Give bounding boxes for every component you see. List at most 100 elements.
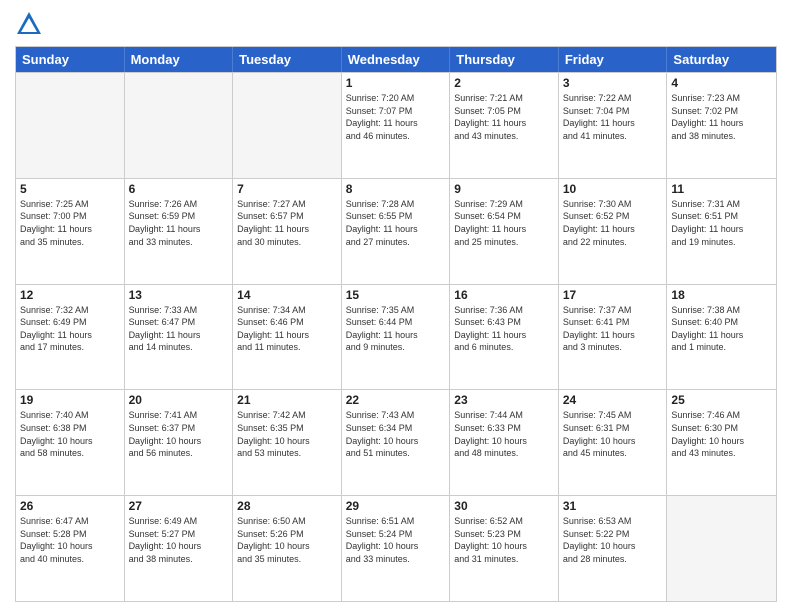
calendar-cell	[125, 73, 234, 178]
calendar-cell: 16 Sunrise: 7:36 AM Sunset: 6:43 PM Dayli…	[450, 285, 559, 390]
day-number: 10	[563, 182, 663, 196]
calendar-cell: 2 Sunrise: 7:21 AM Sunset: 7:05 PM Daylig…	[450, 73, 559, 178]
day-number: 4	[671, 76, 772, 90]
calendar-cell: 25Sunrise: 7:46 AM Sunset: 6:30 PM Dayli…	[667, 390, 776, 495]
day-number: 23	[454, 393, 554, 407]
calendar-row-2: 5Sunrise: 7:25 AM Sunset: 7:00 PM Daylig…	[16, 178, 776, 284]
day-info: Sunrise: 7:20 AM Sunset: 7:07 PM Dayligh…	[346, 92, 446, 142]
calendar-row-4: 19 Sunrise: 7:40 AM Sunset: 6:38 PM Dayli…	[16, 389, 776, 495]
calendar-cell: 1Sunrise: 7:20 AM Sunset: 7:07 PM Daylig…	[342, 73, 451, 178]
calendar: SundayMondayTuesdayWednesdayThursdayFrid…	[15, 46, 777, 602]
day-info: Sunrise: 7:43 AM Sunset: 6:34 PM Dayligh…	[346, 409, 446, 459]
day-number: 21	[237, 393, 337, 407]
calendar-cell: 9 Sunrise: 7:29 AM Sunset: 6:54 PM Daylig…	[450, 179, 559, 284]
calendar-cell: 24 Sunrise: 7:45 AM Sunset: 6:31 PM Dayli…	[559, 390, 668, 495]
day-number: 22	[346, 393, 446, 407]
calendar-cell: 18Sunrise: 7:38 AM Sunset: 6:40 PM Dayli…	[667, 285, 776, 390]
day-number: 24	[563, 393, 663, 407]
calendar-cell: 29 Sunrise: 6:51 AM Sunset: 5:24 PM Dayli…	[342, 496, 451, 601]
day-info: Sunrise: 6:52 AM Sunset: 5:23 PM Dayligh…	[454, 515, 554, 565]
day-info: Sunrise: 7:45 AM Sunset: 6:31 PM Dayligh…	[563, 409, 663, 459]
day-number: 30	[454, 499, 554, 513]
calendar-cell	[233, 73, 342, 178]
day-info: Sunrise: 7:41 AM Sunset: 6:37 PM Dayligh…	[129, 409, 229, 459]
calendar-cell: 10 Sunrise: 7:30 AM Sunset: 6:52 PM Dayli…	[559, 179, 668, 284]
calendar-cell: 6 Sunrise: 7:26 AM Sunset: 6:59 PM Daylig…	[125, 179, 234, 284]
calendar-header-saturday: Saturday	[667, 47, 776, 72]
day-info: Sunrise: 7:44 AM Sunset: 6:33 PM Dayligh…	[454, 409, 554, 459]
calendar-body: 1Sunrise: 7:20 AM Sunset: 7:07 PM Daylig…	[16, 72, 776, 601]
day-number: 6	[129, 182, 229, 196]
calendar-header-wednesday: Wednesday	[342, 47, 451, 72]
calendar-cell: 22 Sunrise: 7:43 AM Sunset: 6:34 PM Dayli…	[342, 390, 451, 495]
calendar-cell	[16, 73, 125, 178]
day-info: Sunrise: 7:32 AM Sunset: 6:49 PM Dayligh…	[20, 304, 120, 354]
calendar-cell: 7 Sunrise: 7:27 AM Sunset: 6:57 PM Daylig…	[233, 179, 342, 284]
calendar-cell: 11 Sunrise: 7:31 AM Sunset: 6:51 PM Dayli…	[667, 179, 776, 284]
day-number: 31	[563, 499, 663, 513]
day-number: 16	[454, 288, 554, 302]
calendar-cell: 13 Sunrise: 7:33 AM Sunset: 6:47 PM Dayli…	[125, 285, 234, 390]
calendar-row-3: 12 Sunrise: 7:32 AM Sunset: 6:49 PM Dayli…	[16, 284, 776, 390]
calendar-header-sunday: Sunday	[16, 47, 125, 72]
calendar-header-monday: Monday	[125, 47, 234, 72]
day-info: Sunrise: 6:47 AM Sunset: 5:28 PM Dayligh…	[20, 515, 120, 565]
day-number: 28	[237, 499, 337, 513]
day-number: 19	[20, 393, 120, 407]
day-number: 3	[563, 76, 663, 90]
calendar-header-friday: Friday	[559, 47, 668, 72]
calendar-cell: 12 Sunrise: 7:32 AM Sunset: 6:49 PM Dayli…	[16, 285, 125, 390]
calendar-cell: 23 Sunrise: 7:44 AM Sunset: 6:33 PM Dayli…	[450, 390, 559, 495]
day-info: Sunrise: 7:28 AM Sunset: 6:55 PM Dayligh…	[346, 198, 446, 248]
day-info: Sunrise: 7:42 AM Sunset: 6:35 PM Dayligh…	[237, 409, 337, 459]
day-info: Sunrise: 7:33 AM Sunset: 6:47 PM Dayligh…	[129, 304, 229, 354]
calendar-cell: 20 Sunrise: 7:41 AM Sunset: 6:37 PM Dayli…	[125, 390, 234, 495]
calendar-header-tuesday: Tuesday	[233, 47, 342, 72]
day-number: 17	[563, 288, 663, 302]
day-info: Sunrise: 7:22 AM Sunset: 7:04 PM Dayligh…	[563, 92, 663, 142]
day-info: Sunrise: 7:29 AM Sunset: 6:54 PM Dayligh…	[454, 198, 554, 248]
day-info: Sunrise: 7:26 AM Sunset: 6:59 PM Dayligh…	[129, 198, 229, 248]
calendar-header-row: SundayMondayTuesdayWednesdayThursdayFrid…	[16, 47, 776, 72]
calendar-row-5: 26 Sunrise: 6:47 AM Sunset: 5:28 PM Dayli…	[16, 495, 776, 601]
day-number: 27	[129, 499, 229, 513]
day-number: 2	[454, 76, 554, 90]
calendar-cell: 8 Sunrise: 7:28 AM Sunset: 6:55 PM Daylig…	[342, 179, 451, 284]
calendar-cell: 15Sunrise: 7:35 AM Sunset: 6:44 PM Dayli…	[342, 285, 451, 390]
day-number: 13	[129, 288, 229, 302]
day-info: Sunrise: 7:27 AM Sunset: 6:57 PM Dayligh…	[237, 198, 337, 248]
calendar-cell: 17Sunrise: 7:37 AM Sunset: 6:41 PM Dayli…	[559, 285, 668, 390]
day-info: Sunrise: 6:49 AM Sunset: 5:27 PM Dayligh…	[129, 515, 229, 565]
calendar-header-thursday: Thursday	[450, 47, 559, 72]
calendar-cell: 28 Sunrise: 6:50 AM Sunset: 5:26 PM Dayli…	[233, 496, 342, 601]
day-info: Sunrise: 7:25 AM Sunset: 7:00 PM Dayligh…	[20, 198, 120, 248]
day-number: 12	[20, 288, 120, 302]
day-info: Sunrise: 6:51 AM Sunset: 5:24 PM Dayligh…	[346, 515, 446, 565]
day-info: Sunrise: 6:53 AM Sunset: 5:22 PM Dayligh…	[563, 515, 663, 565]
day-number: 9	[454, 182, 554, 196]
day-number: 26	[20, 499, 120, 513]
day-number: 8	[346, 182, 446, 196]
day-number: 7	[237, 182, 337, 196]
calendar-row-1: 1Sunrise: 7:20 AM Sunset: 7:07 PM Daylig…	[16, 72, 776, 178]
calendar-cell: 27 Sunrise: 6:49 AM Sunset: 5:27 PM Dayli…	[125, 496, 234, 601]
day-number: 14	[237, 288, 337, 302]
day-info: Sunrise: 7:34 AM Sunset: 6:46 PM Dayligh…	[237, 304, 337, 354]
day-info: Sunrise: 7:21 AM Sunset: 7:05 PM Dayligh…	[454, 92, 554, 142]
day-info: Sunrise: 7:30 AM Sunset: 6:52 PM Dayligh…	[563, 198, 663, 248]
page: SundayMondayTuesdayWednesdayThursdayFrid…	[0, 0, 792, 612]
calendar-cell: 30 Sunrise: 6:52 AM Sunset: 5:23 PM Dayli…	[450, 496, 559, 601]
day-info: Sunrise: 6:50 AM Sunset: 5:26 PM Dayligh…	[237, 515, 337, 565]
day-number: 15	[346, 288, 446, 302]
calendar-cell: 3 Sunrise: 7:22 AM Sunset: 7:04 PM Daylig…	[559, 73, 668, 178]
day-number: 11	[671, 182, 772, 196]
calendar-cell: 19 Sunrise: 7:40 AM Sunset: 6:38 PM Dayli…	[16, 390, 125, 495]
day-info: Sunrise: 7:36 AM Sunset: 6:43 PM Dayligh…	[454, 304, 554, 354]
day-number: 20	[129, 393, 229, 407]
calendar-cell: 14 Sunrise: 7:34 AM Sunset: 6:46 PM Dayli…	[233, 285, 342, 390]
logo-icon	[15, 10, 43, 38]
day-info: Sunrise: 7:23 AM Sunset: 7:02 PM Dayligh…	[671, 92, 772, 142]
day-info: Sunrise: 7:40 AM Sunset: 6:38 PM Dayligh…	[20, 409, 120, 459]
day-info: Sunrise: 7:31 AM Sunset: 6:51 PM Dayligh…	[671, 198, 772, 248]
day-number: 29	[346, 499, 446, 513]
